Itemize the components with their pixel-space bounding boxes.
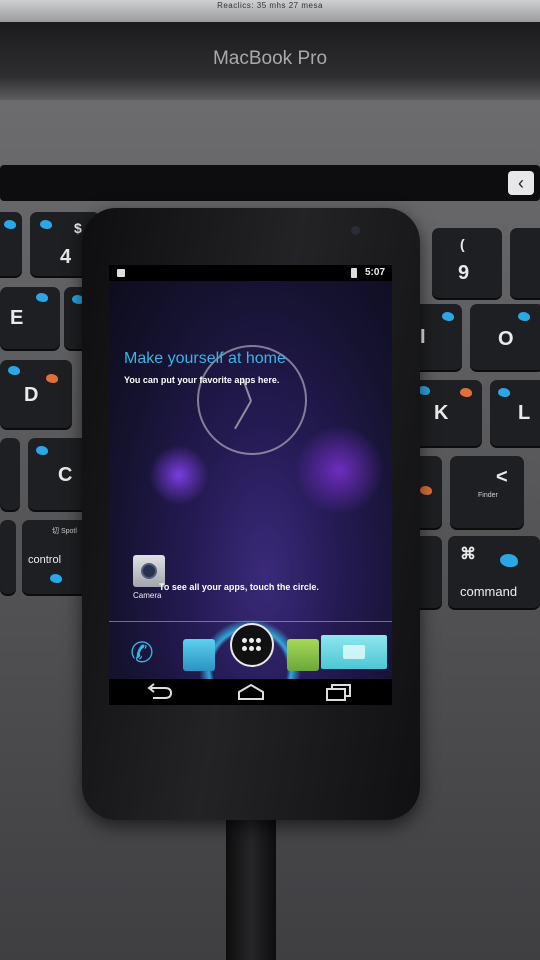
twitter-sticker-icon	[442, 312, 454, 321]
key-fn	[0, 520, 16, 594]
notification-icon	[117, 269, 125, 277]
screen-bottom-text: Reaclics: 35 mhs 27 mesa	[217, 1, 323, 10]
twitter-sticker-icon	[36, 446, 48, 455]
touch-bar: ‹	[0, 165, 540, 201]
laptop-screen-edge: Reaclics: 35 mhs 27 mesa	[0, 0, 540, 22]
battery-icon	[351, 268, 357, 278]
twitter-sticker-icon	[40, 220, 52, 229]
home-icon[interactable]	[236, 683, 266, 701]
key-comma: < Finder	[450, 456, 524, 528]
key-9: ( 9	[432, 228, 502, 298]
camera-lens-icon	[141, 563, 157, 579]
sticker-icon	[460, 388, 472, 397]
key-command: ⌘ command	[448, 536, 540, 608]
key-e: E	[0, 287, 60, 349]
key-l: L	[490, 380, 540, 446]
wallpaper-glow	[294, 425, 384, 515]
dock: ✆	[109, 623, 392, 679]
key-d: D	[0, 360, 72, 428]
twitter-sticker-icon	[36, 293, 48, 302]
phone-icon[interactable]: ✆	[127, 635, 157, 671]
touchbar-escape-key: ‹	[508, 171, 534, 195]
back-icon[interactable]	[145, 683, 175, 701]
twitter-sticker-icon	[50, 574, 62, 583]
cling-subtitle: You can put your favorite apps here.	[124, 375, 280, 385]
key-o: O	[470, 304, 540, 370]
twitter-sticker-icon	[500, 554, 518, 567]
twitter-sticker-icon	[498, 388, 510, 397]
all-apps-hint: To see all your apps, touch the circle.	[159, 582, 319, 592]
messaging-app-icon[interactable]	[287, 639, 319, 671]
status-bar: 5:07	[109, 265, 392, 281]
status-time: 5:07	[364, 267, 385, 278]
camera-app-label: Camera	[133, 591, 162, 600]
twitter-sticker-icon	[4, 220, 16, 229]
twitter-sticker-icon	[8, 366, 20, 375]
people-app-icon[interactable]	[183, 639, 215, 671]
sticker-icon	[46, 374, 58, 383]
laptop-bezel: MacBook Pro	[0, 22, 540, 100]
wallpaper-glow	[149, 445, 209, 505]
usb-cable	[226, 815, 276, 960]
all-apps-button[interactable]	[230, 623, 274, 667]
clock-minute-hand	[234, 400, 252, 430]
all-apps-icon	[242, 638, 262, 652]
key-left-top	[0, 212, 22, 276]
phone-display: 5:07 Make yourself at home You can put y…	[109, 265, 392, 705]
sticker-icon	[420, 486, 432, 495]
key-0	[510, 228, 540, 298]
browser-app-icon[interactable]	[321, 635, 387, 669]
navigation-bar	[109, 679, 392, 705]
front-camera	[351, 226, 360, 235]
recent-apps-icon[interactable]	[323, 683, 353, 701]
key-z	[0, 438, 20, 510]
twitter-sticker-icon	[518, 312, 530, 321]
laptop-brand-label: MacBook Pro	[212, 48, 328, 69]
key-control: 切 Spotl control	[22, 520, 90, 594]
cling-title: Make yourself at home	[124, 350, 286, 367]
phone-device: 5:07 Make yourself at home You can put y…	[82, 208, 420, 820]
